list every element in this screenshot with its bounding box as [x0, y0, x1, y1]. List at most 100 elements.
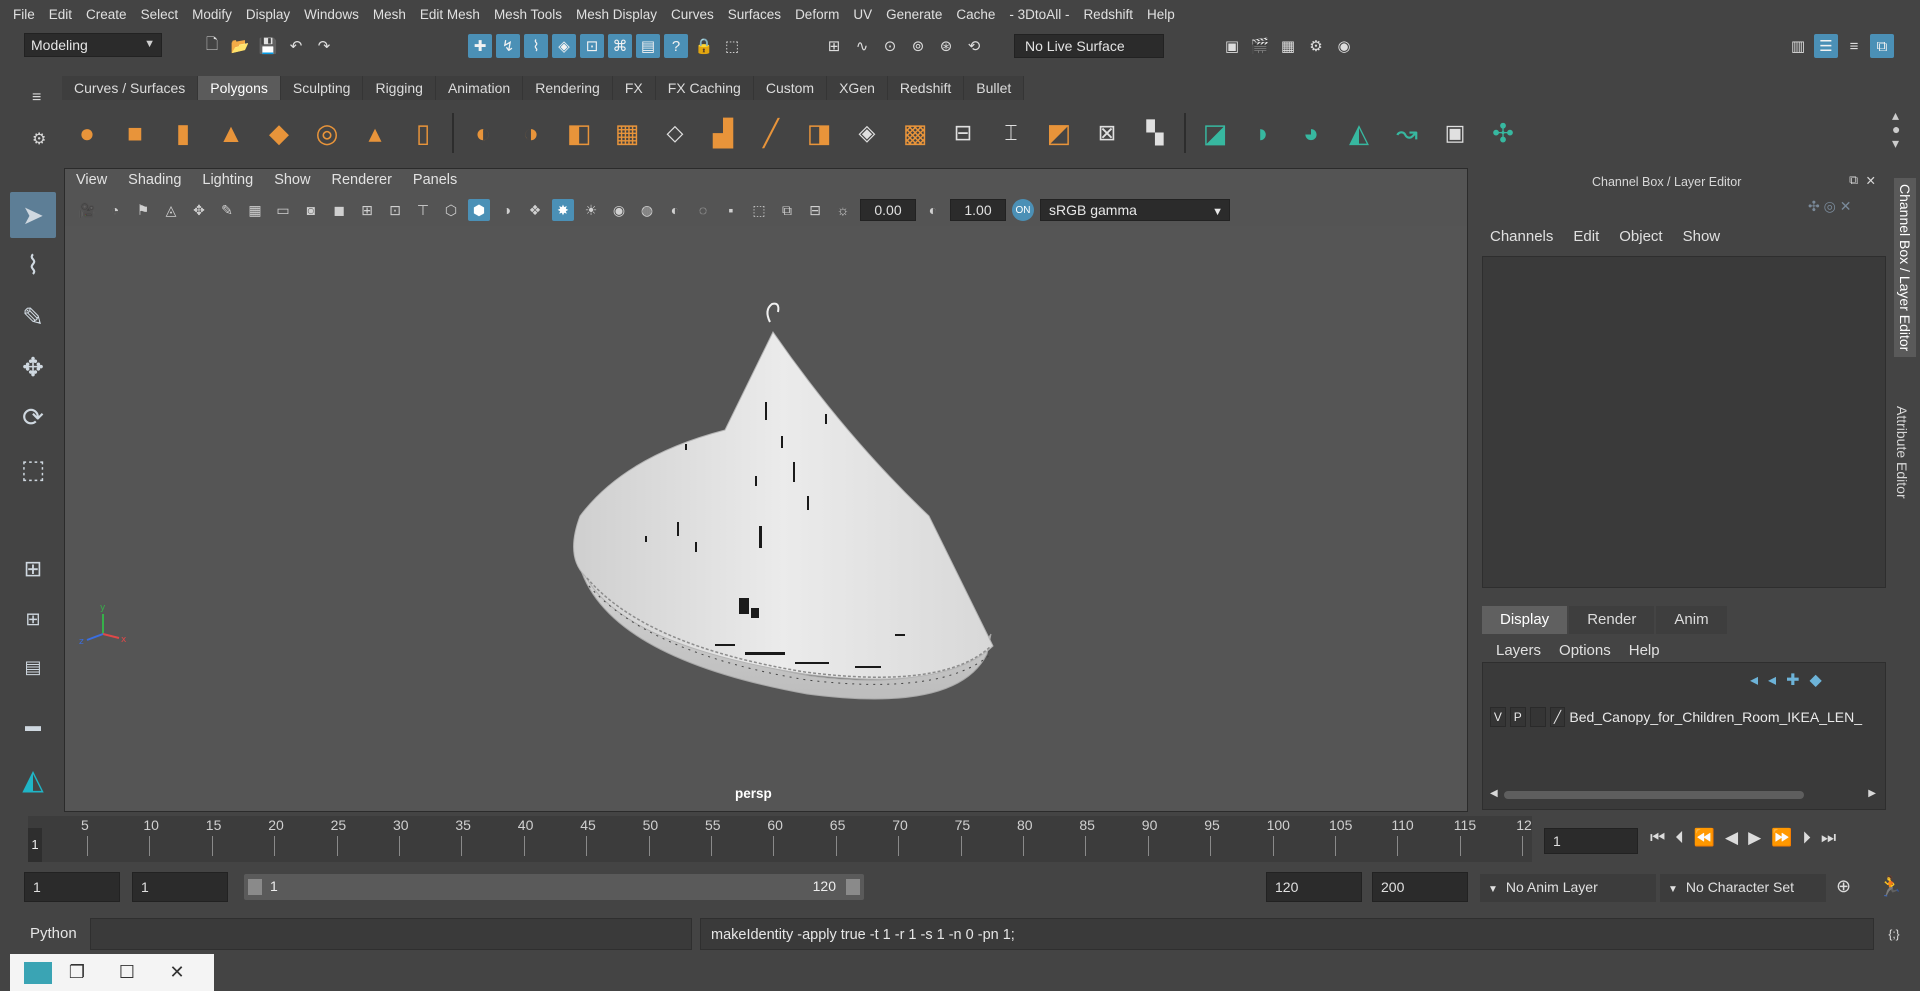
unfold-uv-icon[interactable]: ↝: [1388, 114, 1426, 152]
snap-curve-icon[interactable]: ∿: [850, 34, 874, 58]
multi-cut-icon[interactable]: ⌶: [992, 114, 1030, 152]
poly-cone-icon[interactable]: ▲: [212, 114, 250, 152]
menu-redshift[interactable]: Redshift: [1076, 7, 1140, 22]
layout-misc-icon[interactable]: ▬: [10, 704, 56, 750]
select-tool-icon[interactable]: ➤: [10, 192, 56, 238]
highlight-select-icon[interactable]: ⬚: [720, 34, 744, 58]
range-slider[interactable]: 1 120: [244, 874, 864, 900]
playback-end-field[interactable]: 120: [1266, 872, 1362, 902]
range-end-handle[interactable]: [846, 879, 860, 895]
lasso-tool-icon[interactable]: ⌇: [10, 242, 56, 288]
playback-start-field[interactable]: 1: [132, 872, 228, 902]
current-frame-field[interactable]: 1: [1544, 828, 1638, 854]
live-surface-field[interactable]: No Live Surface: [1014, 34, 1164, 58]
uv-mask-icon[interactable]: ▤: [636, 34, 660, 58]
layer-playback-toggle[interactable]: P: [1509, 707, 1526, 727]
move-tool-icon[interactable]: ✥: [10, 344, 56, 390]
screen-space-ao-icon[interactable]: ◉: [608, 199, 630, 221]
shelf-tab-rendering[interactable]: Rendering: [523, 76, 613, 100]
menu-edit[interactable]: Edit: [42, 7, 79, 22]
exposure-field[interactable]: 0.00: [860, 199, 916, 221]
snap-view-icon[interactable]: ⊚: [906, 34, 930, 58]
camera-attributes-icon[interactable]: ◔: [104, 199, 126, 221]
automatic-uv-icon[interactable]: ◭: [1340, 114, 1378, 152]
poly-cylinder-icon[interactable]: ▮: [164, 114, 202, 152]
select-hierarchy-icon[interactable]: ✚: [468, 34, 492, 58]
xray-components-icon[interactable]: ⊟: [804, 199, 826, 221]
combine-icon[interactable]: ◐: [464, 114, 502, 152]
menu-uv[interactable]: UV: [846, 7, 879, 22]
xray-joints-icon[interactable]: ⧉: [776, 199, 798, 221]
uv-checker-icon[interactable]: ▣: [1436, 114, 1474, 152]
restore-icon[interactable]: ❐: [52, 962, 102, 983]
save-scene-icon[interactable]: 💾: [256, 34, 280, 58]
bevel-icon[interactable]: ◨: [800, 114, 838, 152]
merge-icon[interactable]: ⊠: [1088, 114, 1126, 152]
shelf-menu-icon[interactable]: ≡: [32, 89, 41, 107]
menu-3dtoall[interactable]: - 3DtoAll -: [1002, 7, 1076, 22]
menu-help[interactable]: Help: [1140, 7, 1182, 22]
color-space-dropdown[interactable]: sRGB gamma ▼: [1040, 199, 1230, 221]
wireframe-icon[interactable]: ⬡: [440, 199, 462, 221]
channel-box-area[interactable]: [1482, 256, 1886, 588]
bookmark-icon[interactable]: ⚑: [132, 199, 154, 221]
help-icon[interactable]: ?: [664, 34, 688, 58]
smooth-shade-icon[interactable]: ⬢: [468, 199, 490, 221]
poly-pyramid-icon[interactable]: ▴: [356, 114, 394, 152]
poly-plane-icon[interactable]: ◆: [260, 114, 298, 152]
face-mask-icon[interactable]: ⌘: [608, 34, 632, 58]
menu-generate[interactable]: Generate: [879, 7, 949, 22]
shelf-scroll-icon[interactable]: ▴ ● ▾: [1892, 108, 1900, 150]
menu-edit-mesh[interactable]: Edit Mesh: [413, 7, 487, 22]
menu-file[interactable]: File: [6, 7, 42, 22]
target-weld-icon[interactable]: ◩: [1040, 114, 1078, 152]
separate-icon[interactable]: ◑: [512, 114, 550, 152]
shelf-tab-curves-surfaces[interactable]: Curves / Surfaces: [62, 76, 199, 100]
close-icon[interactable]: ✕: [152, 962, 202, 983]
scene-end-field[interactable]: 200: [1372, 872, 1468, 902]
cb-menu-edit[interactable]: Edit: [1573, 228, 1599, 245]
move-layer-down-icon[interactable]: ◂: [1768, 670, 1776, 690]
character-set-dropdown[interactable]: ▼ No Character Set: [1660, 874, 1826, 902]
menu-modify[interactable]: Modify: [185, 7, 239, 22]
motion-blur-icon[interactable]: ◍: [636, 199, 658, 221]
select-object-icon[interactable]: ↯: [496, 34, 520, 58]
xray-icon[interactable]: ⬚: [748, 199, 770, 221]
viewport-menu-panels[interactable]: Panels: [413, 172, 457, 194]
step-forward-icon[interactable]: ⏵: [1802, 828, 1811, 848]
safe-title-icon[interactable]: ⊤: [412, 199, 434, 221]
canopy-model[interactable]: y x z: [65, 226, 1467, 811]
lock-icon[interactable]: 🔒: [692, 34, 716, 58]
snap-grid-icon[interactable]: ⊞: [822, 34, 846, 58]
spherical-uv-icon[interactable]: ◕: [1292, 114, 1330, 152]
close-icon[interactable]: ✕: [1866, 173, 1876, 188]
snap-surface-icon[interactable]: ⊛: [934, 34, 958, 58]
uv-editor-icon[interactable]: ✣: [1484, 114, 1522, 152]
vertex-mask-icon[interactable]: ◈: [552, 34, 576, 58]
gamma-field[interactable]: 1.00: [950, 199, 1006, 221]
shelf-tab-animation[interactable]: Animation: [435, 76, 524, 100]
mode-selector[interactable]: Modeling ▼: [24, 33, 162, 57]
safe-action-icon[interactable]: ⊡: [384, 199, 406, 221]
poly-torus-icon[interactable]: ◎: [308, 114, 346, 152]
modeling-toolkit-icon[interactable]: ▥: [1786, 34, 1810, 58]
scene-start-field[interactable]: 1: [24, 872, 120, 902]
snap-point-icon[interactable]: ⊙: [878, 34, 902, 58]
auto-key-icon[interactable]: ⊕: [1836, 876, 1851, 897]
cb-menu-object[interactable]: Object: [1619, 228, 1662, 245]
undo-icon[interactable]: ↶: [284, 34, 308, 58]
side-tab-channel-box[interactable]: Channel Box / Layer Editor: [1894, 178, 1916, 358]
append-icon[interactable]: ▩: [896, 114, 934, 152]
layer-menu-options[interactable]: Options: [1559, 642, 1611, 659]
go-to-end-icon[interactable]: ⏭: [1821, 828, 1836, 848]
maximize-icon[interactable]: ☐: [102, 962, 152, 983]
script-editor-icon[interactable]: {;}: [1880, 920, 1908, 948]
redo-icon[interactable]: ↷: [312, 34, 336, 58]
menu-windows[interactable]: Windows: [297, 7, 366, 22]
quad-draw-icon[interactable]: ▚: [1136, 114, 1174, 152]
hypershade-icon[interactable]: ◉: [1332, 34, 1356, 58]
anim-layer-dropdown[interactable]: ▼ No Anim Layer: [1480, 874, 1656, 902]
shelf-tab-redshift[interactable]: Redshift: [887, 76, 965, 100]
extrude-icon[interactable]: ▟: [704, 114, 742, 152]
shadows-icon[interactable]: ☀: [580, 199, 602, 221]
